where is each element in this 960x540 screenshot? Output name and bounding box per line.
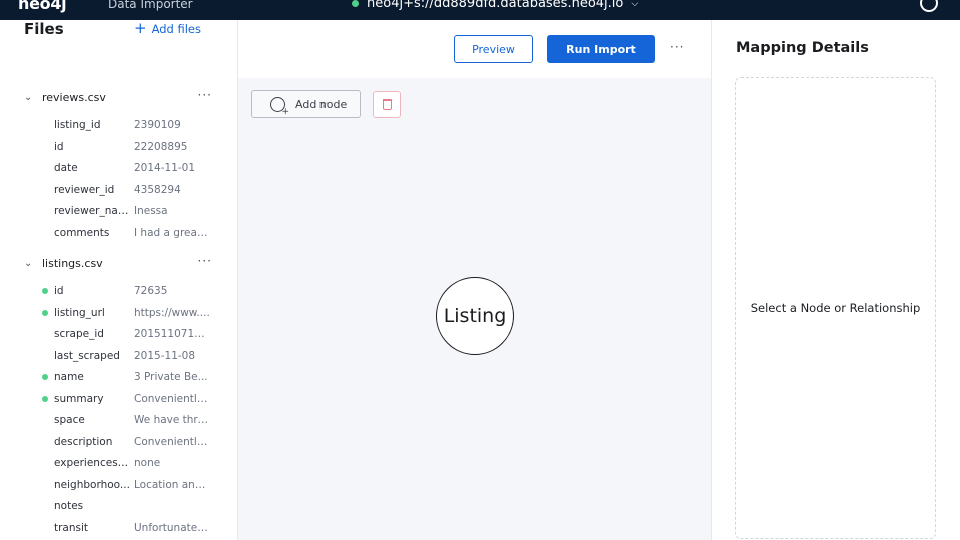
help-icon[interactable] xyxy=(920,0,938,12)
field-row[interactable]: comments I had a great ... xyxy=(40,225,220,241)
plus-icon: + xyxy=(134,19,147,37)
delete-button[interactable] xyxy=(373,91,401,118)
field-row[interactable]: space We have thre... xyxy=(40,412,220,428)
field-sample-value: We have thre... xyxy=(134,414,210,426)
field-row[interactable]: id 22208895 xyxy=(40,139,220,155)
run-import-button[interactable]: Run Import xyxy=(547,35,655,63)
top-bar: neo4j Data Importer neo4j+s://dd889dfd.d… xyxy=(0,0,960,20)
preview-button[interactable]: Preview xyxy=(454,35,533,63)
field-sample-value: Conveniently... xyxy=(134,392,210,405)
mapped-status-icon xyxy=(42,288,48,294)
field-key: reviewer_name xyxy=(54,205,130,217)
more-options-icon[interactable]: ··· xyxy=(198,254,212,268)
field-row[interactable]: transit Unfortunatel... xyxy=(40,520,220,536)
field-row[interactable]: scrape_id 2015110717... xyxy=(40,326,220,342)
field-sample-value: 2015-11-08 xyxy=(134,349,196,362)
field-sample-value: 22208895 xyxy=(134,140,188,153)
field-row[interactable]: listing_url https://www.... xyxy=(40,305,220,321)
connection-status-icon xyxy=(352,0,359,7)
field-sample-value: none xyxy=(134,457,161,469)
field-key: name xyxy=(54,371,84,383)
field-row[interactable]: experiences_... none xyxy=(40,455,220,471)
mapped-status-icon xyxy=(42,309,48,316)
field-key: space xyxy=(54,414,85,426)
field-key: transit xyxy=(54,521,89,534)
field-row[interactable]: name 3 Private Be... xyxy=(40,369,220,385)
add-node-button[interactable]: Add node xyxy=(251,90,361,118)
mapped-status-icon xyxy=(42,395,48,402)
connection-uri: neo4j+s://dd889dfd.databases.neo4j.io xyxy=(367,0,624,11)
field-key: description xyxy=(54,435,113,448)
connection-selector[interactable]: neo4j+s://dd889dfd.databases.neo4j.io ⌵ xyxy=(352,0,638,11)
add-files-label: Add files xyxy=(151,21,202,36)
field-sample-value: Conveniently... xyxy=(134,435,210,448)
file-name: reviews.csv xyxy=(42,90,106,104)
field-sample-value: 2014-11-01 xyxy=(134,162,196,174)
field-row[interactable]: notes xyxy=(40,498,220,514)
field-key: neighborhoo... xyxy=(54,478,130,491)
field-row[interactable]: last_scraped 2015-11-08 xyxy=(40,348,220,364)
field-row[interactable]: summary Conveniently... xyxy=(40,391,220,407)
field-row[interactable]: listing_id 2390109 xyxy=(40,117,220,133)
more-options-icon[interactable]: ··· xyxy=(670,40,684,54)
field-sample-value: Location and ... xyxy=(134,478,210,491)
chevron-down-icon[interactable]: ⌄ xyxy=(24,258,38,269)
mapping-title: Mapping Details xyxy=(736,40,869,56)
mapping-empty-state: Select a Node or Relationship xyxy=(735,77,936,539)
field-sample-value: 2390109 xyxy=(134,119,181,131)
field-key: summary xyxy=(54,392,104,405)
file-header-listings[interactable]: ⌄ listings.csv ··· xyxy=(24,254,220,272)
hand-cursor-icon: ☞ xyxy=(318,98,329,112)
file-header-reviews[interactable]: ⌄ reviews.csv ··· xyxy=(24,88,220,106)
field-sample-value: 2015110717... xyxy=(134,328,210,340)
field-row[interactable]: description Conveniently... xyxy=(40,434,220,450)
field-sample-value: 3 Private Be... xyxy=(134,371,208,383)
field-key: date xyxy=(54,162,78,174)
field-row[interactable]: id 72635 xyxy=(40,283,220,299)
field-key: comments xyxy=(54,226,110,239)
field-sample-value: https://www.... xyxy=(134,306,210,319)
chevron-down-icon[interactable]: ⌄ xyxy=(24,92,38,103)
app-title: Data Importer xyxy=(108,0,193,11)
chevron-down-icon: ⌵ xyxy=(631,0,639,9)
field-key: id xyxy=(54,285,64,297)
trash-icon xyxy=(382,99,392,110)
neo4j-logo: neo4j xyxy=(18,0,67,13)
field-key: id xyxy=(54,140,64,153)
mapped-status-icon xyxy=(42,374,48,380)
field-sample-value: 4358294 xyxy=(134,183,181,196)
field-row[interactable]: neighborhoo... Location and ... xyxy=(40,477,220,493)
field-row[interactable]: reviewer_name Inessa xyxy=(40,203,220,219)
field-sample-value: 72635 xyxy=(134,285,168,297)
add-node-icon xyxy=(270,96,289,117)
graph-node-listing[interactable]: Listing xyxy=(436,277,514,355)
field-key: last_scraped xyxy=(54,349,120,362)
field-key: experiences_... xyxy=(54,457,130,469)
file-name: listings.csv xyxy=(42,256,103,270)
field-key: reviewer_id xyxy=(54,183,115,196)
field-key: notes xyxy=(54,500,84,512)
field-row[interactable]: reviewer_id 4358294 xyxy=(40,182,220,198)
field-key: listing_id xyxy=(54,119,101,131)
more-options-icon[interactable]: ··· xyxy=(198,88,212,102)
field-sample-value: Unfortunatel... xyxy=(134,521,210,534)
field-key: listing_url xyxy=(54,306,105,319)
files-title: Files xyxy=(24,20,64,38)
field-row[interactable]: date 2014-11-01 xyxy=(40,160,220,176)
field-sample-value: Inessa xyxy=(134,205,168,217)
field-sample-value: I had a great ... xyxy=(134,226,210,239)
field-key: scrape_id xyxy=(54,328,104,340)
add-files-button[interactable]: + Add files xyxy=(134,21,201,36)
